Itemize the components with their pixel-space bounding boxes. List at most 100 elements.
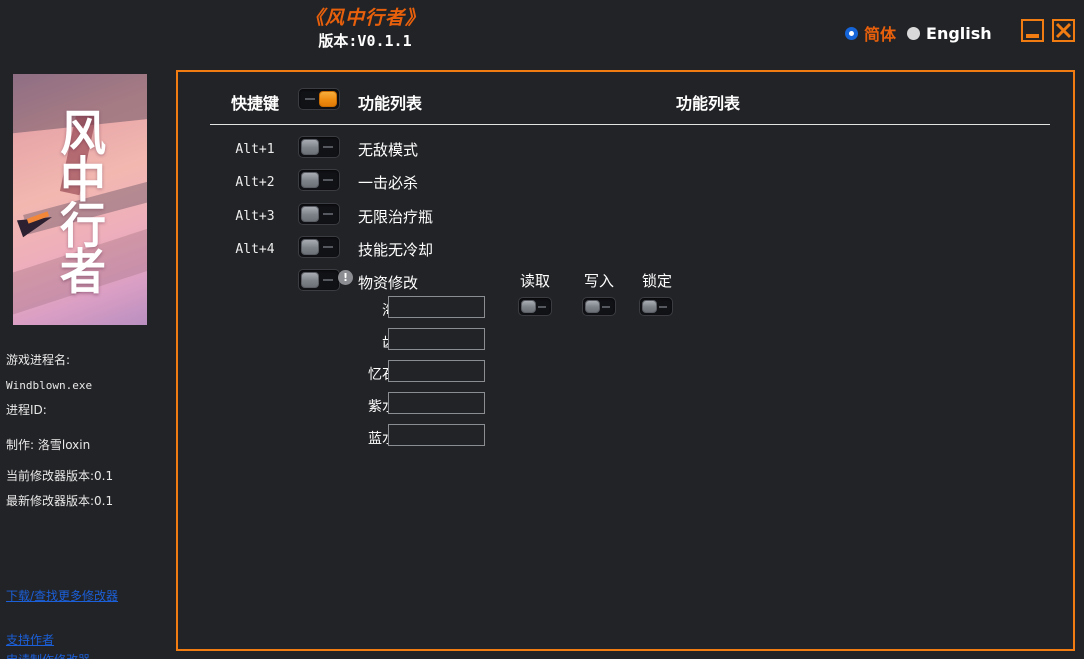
sidebar-links: 下载/查找更多修改器 支持作者 申请制作修改器 请求更新修改器 [6,586,176,659]
row-toggle-no-cooldown[interactable] [298,236,340,262]
toggle-knob [301,139,319,155]
column-header-lock: 锁定 [641,272,672,290]
toggle-dash-icon [323,246,333,248]
link-download-more-trainers[interactable]: 下载/查找更多修改器 [6,586,176,606]
close-button[interactable] [1052,19,1075,42]
row-label-onehitkill: 一击必杀 [358,173,419,192]
process-name-label: 游戏进程名: [6,353,71,367]
cheat-table: 快捷键 功能列表 功能列表 Alt+1 无敌模式 Alt+2 一击必杀 Alt+… [178,72,1073,649]
radio-unselected-icon[interactable] [907,26,921,40]
row-hotkey: Alt+4 [235,241,275,257]
master-toggle[interactable] [298,88,340,114]
row-label-godmode: 无敌模式 [358,140,419,159]
toggle-dash-icon [305,98,315,100]
row-toggle-infinite-potions[interactable] [298,203,340,229]
title-block: 《风中行者》 版本:V0.1.1 [190,6,540,51]
toggle-knob [521,300,536,313]
toggle-dash-icon [323,146,333,148]
toggle-knob [301,172,319,188]
process-info: 游戏进程名: Windblown.exe 进程ID: 制作: 洛雪loxin 当… [6,354,176,508]
radio-selected-icon[interactable] [845,26,858,40]
minimize-icon [1026,34,1039,38]
toggle-knob [301,206,319,222]
toggle-knob [319,91,337,107]
sidebar: 风中行者 游戏进程名: Windblown.exe 进程ID: 制作: 洛雪lo… [0,64,176,659]
row-label-infinite-potions: 无限治疗瓶 [358,207,434,226]
trainer-window: 《风中行者》 版本:V0.1.1 简体 English 风中行者 游戏进程名: … [0,0,1084,659]
game-title: 《风中行者》 [304,7,425,29]
latest-trainer-version: 最新修改器版本:0.1 [6,494,114,508]
current-trainer-version: 当前修改器版本:0.1 [6,469,114,483]
column-header-write: 写入 [583,272,614,290]
row-label-no-cooldown: 技能无冷却 [358,240,434,259]
resource-input-gear[interactable] [388,328,485,350]
cover-title-text: 风中行者 [53,107,107,292]
header-function-list-1: 功能列表 [358,94,423,113]
resource-toggle-lock[interactable] [639,297,673,320]
toggle-dash-icon [602,306,610,308]
language-selector: 简体 English [845,21,992,45]
resource-row: 紫水晶 [178,392,1073,424]
link-support-author[interactable]: 支持作者 [6,630,176,650]
language-label-english: English [926,23,992,43]
toggle-knob [301,239,319,255]
column-header-read: 读取 [519,272,550,290]
resource-input-blue-crystal[interactable] [388,424,485,446]
table-row: Alt+2 一击必杀 [178,165,1073,199]
resource-section-header: ! 物资修改 读取 写入 锁定 [178,265,1073,299]
table-row: Alt+3 无限治疗瓶 [178,199,1073,233]
resource-toggle-read[interactable] [518,297,552,320]
cover-title-overlay: 风中行者 [13,74,147,325]
toggle-dash-icon [323,279,333,281]
language-option-simplified[interactable]: 简体 [845,21,896,45]
toggle-knob [642,300,657,313]
table-row: Alt+1 无敌模式 [178,132,1073,166]
row-hotkey: Alt+2 [235,174,275,190]
row-hotkey: Alt+1 [235,141,275,157]
close-icon [1055,22,1072,39]
link-request-trainer[interactable]: 申请制作修改器 [6,650,176,659]
toggle-dash-icon [323,179,333,181]
window-controls [1021,19,1075,42]
toggle-switch[interactable] [298,203,340,225]
minimize-button[interactable] [1021,19,1044,42]
toggle-switch[interactable] [298,236,340,258]
resource-input-purple-crystal[interactable] [388,392,485,414]
toggle-dash-icon [659,306,667,308]
toggle-dash-icon [538,306,546,308]
resource-row: 忆石粉 [178,360,1073,392]
toggle-switch[interactable] [582,297,616,316]
master-toggle-switch[interactable] [298,88,340,110]
main-panel: 快捷键 功能列表 功能列表 Alt+1 无敌模式 Alt+2 一击必杀 Alt+… [176,70,1075,651]
header-divider [210,124,1050,125]
game-cover-image: 风中行者 [13,74,147,325]
row-toggle-godmode[interactable] [298,136,340,162]
resource-input-conch[interactable] [388,296,485,318]
row-toggle-onehitkill[interactable] [298,169,340,195]
toggle-switch[interactable] [639,297,673,316]
resource-row: 海螺 [178,296,1073,328]
toggle-dash-icon [323,213,333,215]
table-header: 快捷键 功能列表 功能列表 [178,88,1073,120]
language-option-english[interactable]: English [907,24,992,43]
row-toggle-resource-edit[interactable] [298,269,340,295]
toggle-switch[interactable] [298,136,340,158]
resource-input-memory-powder[interactable] [388,360,485,382]
process-name-value: Windblown.exe [6,379,93,392]
resource-row: 蓝水晶 [178,424,1073,456]
resource-toggle-write[interactable] [582,297,616,320]
toggle-switch[interactable] [518,297,552,316]
header-function-list-2: 功能列表 [675,94,740,113]
toggle-switch[interactable] [298,269,340,291]
process-id-label: 进程ID: [6,403,47,417]
row-label-resource-edit: 物资修改 [358,273,419,292]
toggle-knob [301,272,319,288]
title-bar: 《风中行者》 版本:V0.1.1 简体 English [0,0,1084,64]
resource-row: 齿轮 [178,328,1073,360]
table-row: Alt+4 技能无冷却 [178,232,1073,266]
toggle-switch[interactable] [298,169,340,191]
row-hotkey: Alt+3 [235,208,275,224]
header-hotkey: 快捷键 [230,94,279,113]
author-label: 制作: 洛雪loxin [6,438,91,452]
warning-icon: ! [338,270,353,285]
